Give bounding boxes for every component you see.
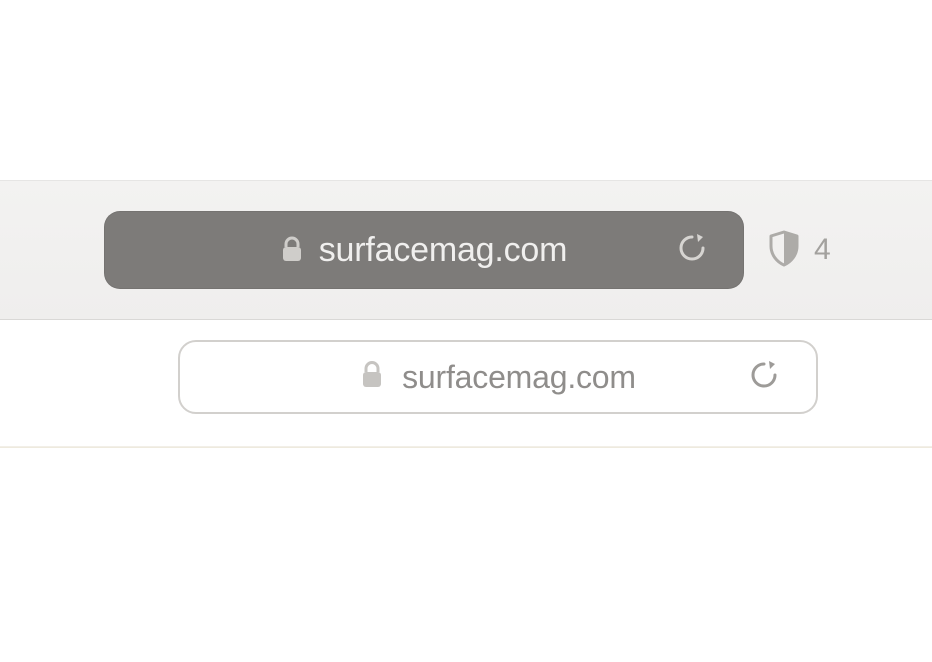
lock-icon <box>281 236 303 264</box>
address-bar-dark[interactable]: surfacemag.com <box>104 211 744 289</box>
address-bar-content-light: surfacemag.com <box>180 359 816 396</box>
reload-button-light[interactable] <box>734 342 794 412</box>
address-bar-light[interactable]: surfacemag.com <box>178 340 818 414</box>
reload-icon <box>677 231 707 270</box>
lock-icon <box>360 360 384 395</box>
divider-line <box>0 446 932 448</box>
address-text-light: surfacemag.com <box>402 359 636 396</box>
browser-toolbar-second: surfacemag.com <box>0 320 932 448</box>
tracker-count: 4 <box>814 233 831 267</box>
browser-toolbar-top: surfacemag.com 4 <box>0 180 932 320</box>
address-bar-content: surfacemag.com <box>104 231 744 270</box>
reload-button[interactable] <box>662 211 722 289</box>
browser-ui-frame: surfacemag.com 4 <box>0 0 932 662</box>
privacy-report-button[interactable]: 4 <box>768 229 831 272</box>
reload-icon <box>749 358 779 397</box>
shield-icon <box>768 229 800 272</box>
address-text: surfacemag.com <box>319 231 568 270</box>
